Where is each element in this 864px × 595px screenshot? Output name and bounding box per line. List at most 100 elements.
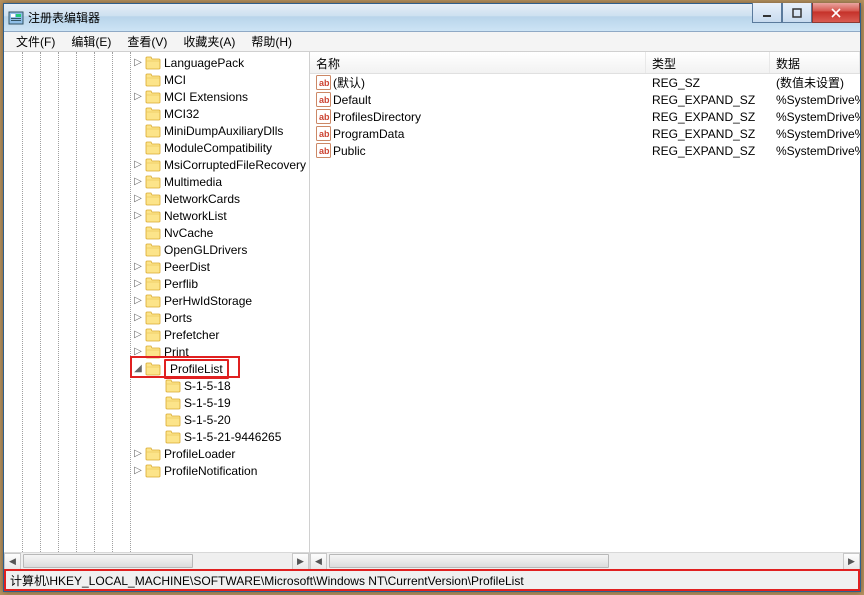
tree-hscroll-track[interactable] [21,553,292,569]
tree-item[interactable]: ▷Perflib [4,275,309,292]
tree-hscroll-right[interactable]: ▶ [292,553,309,569]
tree-item[interactable]: NvCache [4,224,309,241]
expand-icon[interactable]: ▷ [132,465,144,476]
tree-item-label: PeerDist [164,260,210,274]
list-header: 名称 类型 数据 [310,52,860,74]
tree-item-label: ProfileList [164,359,229,379]
tree-item[interactable]: ▷ NetworkCards [4,190,309,207]
expand-icon[interactable]: ▷ [132,57,144,68]
list-hscroll-thumb[interactable] [329,554,609,568]
expand-icon[interactable]: ▷ [132,312,144,323]
folder-icon [145,73,161,87]
tree-item[interactable]: S-1-5-19 [4,394,309,411]
tree-item[interactable]: ▷ProfileLoader [4,445,309,462]
folder-icon [145,294,161,308]
cell-name: ProfilesDirectory [310,109,646,124]
expand-icon[interactable]: ▷ [132,91,144,102]
folder-icon [165,413,181,427]
string-value-icon [316,92,331,107]
tree-item[interactable]: ▷Prefetcher [4,326,309,343]
folder-icon [145,192,161,206]
list-body[interactable]: (默认)REG_SZ(数值未设置)DefaultREG_EXPAND_SZ%Sy… [310,74,860,159]
expand-icon[interactable]: ▷ [132,448,144,459]
tree-item-label: NetworkList [164,209,227,223]
expand-icon[interactable]: ▷ [132,346,144,357]
expand-icon[interactable]: ▷ [132,278,144,289]
tree-item[interactable]: ▷ MCI Extensions [4,88,309,105]
list-row[interactable]: DefaultREG_EXPAND_SZ%SystemDrive% [310,91,860,108]
tree-item[interactable]: MCI32 [4,105,309,122]
minimize-button[interactable] [752,3,782,23]
tree-item-label: Print [164,345,189,359]
tree-item-label: NetworkCards [164,192,240,206]
window-controls [752,3,860,23]
list-hscroll-left[interactable]: ◀ [310,553,327,569]
tree-item[interactable]: OpenGLDrivers [4,241,309,258]
folder-icon [145,209,161,223]
collapse-icon[interactable]: ◢ [132,363,144,374]
value-name: (默认) [333,74,365,91]
list-hscroll-track[interactable] [327,553,843,569]
expand-icon[interactable]: ▷ [132,159,144,170]
list-row[interactable]: ProfilesDirectoryREG_EXPAND_SZ%SystemDri… [310,108,860,125]
tree-hscroll-left[interactable]: ◀ [4,553,21,569]
tree-hscrollbar[interactable]: ◀ ▶ [4,552,309,569]
list-row[interactable]: (默认)REG_SZ(数值未设置) [310,74,860,91]
cell-data: %SystemDrive% [770,144,860,158]
list-row[interactable]: PublicREG_EXPAND_SZ%SystemDrive% [310,142,860,159]
tree-item[interactable]: ▷ Print [4,343,309,360]
tree-item[interactable]: ▷ProfileNotification [4,462,309,479]
menu-favorites[interactable]: 收藏夹(A) [175,32,243,51]
tree-item-label: LanguagePack [164,56,244,70]
cell-type: REG_EXPAND_SZ [646,127,770,141]
menu-help[interactable]: 帮助(H) [243,32,300,51]
tree-item[interactable]: MCI [4,71,309,88]
cell-name: ProgramData [310,126,646,141]
expand-icon[interactable]: ▷ [132,210,144,221]
string-value-icon [316,75,331,90]
tree-item[interactable]: ▷ NetworkList [4,207,309,224]
title-bar[interactable]: 注册表编辑器 [4,4,860,32]
tree-item[interactable]: ◢ ProfileList [4,360,309,377]
maximize-button[interactable] [782,3,812,23]
expand-icon[interactable]: ▷ [132,261,144,272]
tree-item-label: NvCache [164,226,213,240]
tree-item[interactable]: S-1-5-21-9446265 [4,428,309,445]
col-name[interactable]: 名称 [310,52,646,73]
tree-item[interactable]: MiniDumpAuxiliaryDlls [4,122,309,139]
tree-item[interactable]: ▷ LanguagePack [4,54,309,71]
folder-icon [145,175,161,189]
expand-icon[interactable]: ▷ [132,329,144,340]
tree-scroll-area[interactable]: ▷ LanguagePackMCI ▷ MCI ExtensionsMCI32Mini… [4,52,309,552]
tree-item[interactable]: ▷PerHwIdStorage [4,292,309,309]
content-area: ▷ LanguagePackMCI ▷ MCI ExtensionsMCI32Mini… [4,52,860,569]
tree-item[interactable]: S-1-5-18 [4,377,309,394]
tree-item-label: MCI Extensions [164,90,248,104]
tree-item[interactable]: ModuleCompatibility [4,139,309,156]
tree-item[interactable]: ▷ MsiCorruptedFileRecovery [4,156,309,173]
cell-data: (数值未设置) [770,74,860,91]
list-hscrollbar[interactable]: ◀ ▶ [310,552,860,569]
col-data[interactable]: 数据 [770,52,860,73]
tree-item[interactable]: ▷ PeerDist [4,258,309,275]
close-button[interactable] [812,3,860,23]
tree-item[interactable]: ▷Ports [4,309,309,326]
expand-icon[interactable]: ▷ [132,193,144,204]
tree-item[interactable]: S-1-5-20 [4,411,309,428]
menu-file[interactable]: 文件(F) [8,32,63,51]
menu-edit[interactable]: 编辑(E) [63,32,119,51]
list-row[interactable]: ProgramDataREG_EXPAND_SZ%SystemDrive% [310,125,860,142]
menu-view[interactable]: 查看(V) [119,32,175,51]
folder-icon [145,107,161,121]
list-hscroll-right[interactable]: ▶ [843,553,860,569]
value-name: ProgramData [333,127,404,141]
cell-data: %SystemDrive% [770,93,860,107]
folder-icon [145,124,161,138]
tree-item-label: MsiCorruptedFileRecovery [164,158,306,172]
col-type[interactable]: 类型 [646,52,770,73]
folder-icon [145,328,161,342]
expand-icon[interactable]: ▷ [132,295,144,306]
tree-hscroll-thumb[interactable] [23,554,193,568]
tree-item[interactable]: ▷Multimedia [4,173,309,190]
expand-icon[interactable]: ▷ [132,176,144,187]
